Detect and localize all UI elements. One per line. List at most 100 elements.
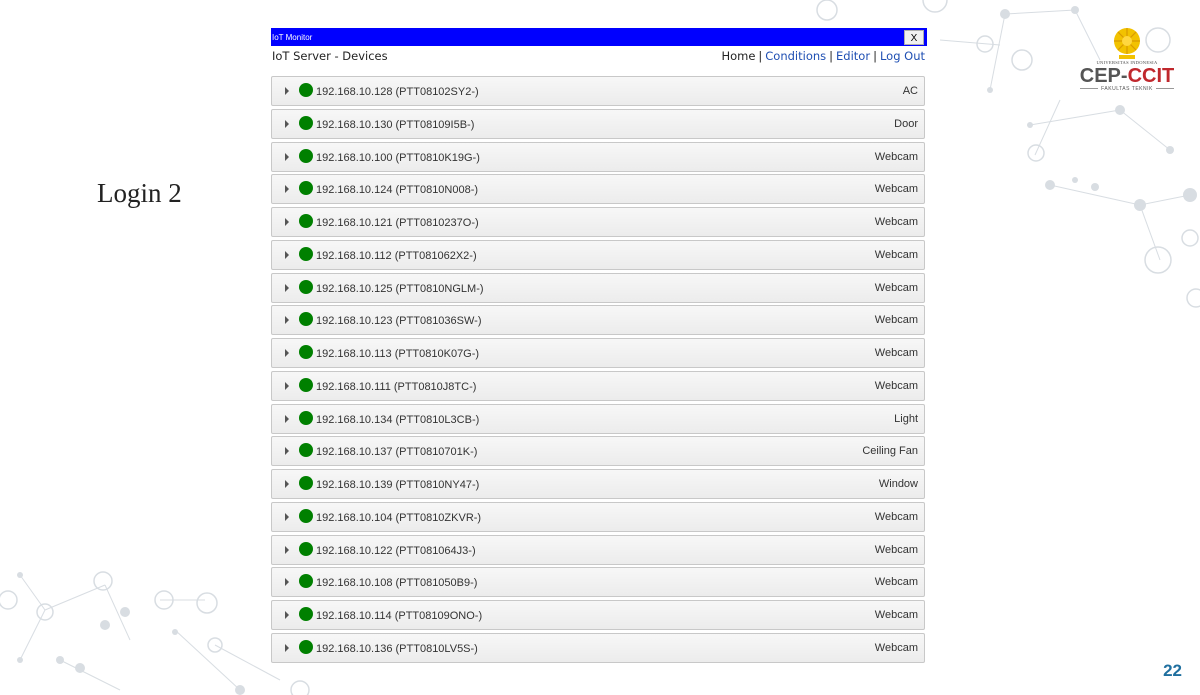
device-name: 192.168.10.123 (PTT081036SW-)	[316, 315, 482, 328]
device-row[interactable]: 192.168.10.114 (PTT08109ONO-) Webcam	[271, 600, 925, 630]
device-type: Webcam	[874, 183, 918, 196]
device-name: 192.168.10.128 (PTT08102SY2-)	[316, 86, 479, 98]
device-row[interactable]: 192.168.10.113 (PTT0810K07G-) Webcam	[271, 338, 925, 368]
expand-arrow-icon[interactable]	[285, 578, 289, 587]
status-online-icon	[299, 639, 313, 654]
status-online-icon	[299, 279, 313, 294]
device-row[interactable]: 192.168.10.128 (PTT08102SY2-) AC	[271, 76, 925, 106]
status-online-icon	[299, 246, 313, 261]
device-type: Webcam	[874, 379, 918, 392]
expand-arrow-icon[interactable]	[285, 152, 289, 161]
device-row[interactable]: 192.168.10.125 (PTT0810NGLM-) Webcam	[271, 272, 925, 303]
device-list: 192.168.10.128 (PTT08102SY2-) AC 192.168.…	[271, 76, 925, 666]
status-online-icon	[299, 508, 313, 523]
status-online-icon	[299, 115, 313, 130]
device-type: Window	[878, 478, 918, 490]
device-name: 192.168.10.108 (PTT081050B9-)	[316, 577, 478, 590]
logo-name-cep: CEP-	[1079, 65, 1128, 87]
expand-arrow-icon[interactable]	[285, 218, 289, 226]
device-row[interactable]: 192.168.10.108 (PTT081050B9-) Webcam	[271, 567, 925, 598]
expand-arrow-icon[interactable]	[285, 87, 289, 95]
expand-arrow-icon[interactable]	[285, 447, 289, 456]
device-name: 192.168.10.111 (PTT0810J8TC-)	[316, 380, 477, 393]
device-row[interactable]: 192.168.10.130 (PTT08109I5B-) Door	[271, 108, 925, 139]
nav-editor-link[interactable]: Editor	[836, 49, 870, 63]
window-titlebar[interactable]: IoT Monitor X	[271, 28, 927, 46]
device-row[interactable]: 192.168.10.136 (PTT0810LV5S-) Webcam	[271, 632, 925, 663]
status-online-icon	[299, 181, 313, 196]
expand-arrow-icon[interactable]	[285, 119, 289, 128]
nav-separator: |	[829, 49, 834, 63]
device-type: Webcam	[874, 281, 918, 294]
device-type: Webcam	[874, 641, 918, 654]
device-type: Door	[894, 117, 918, 130]
device-row[interactable]: 192.168.10.134 (PTT0810L3CB-) Light	[271, 403, 925, 434]
device-name: 192.168.10.139 (PTT0810NY47-)	[316, 479, 480, 491]
page-number: 22	[1163, 661, 1182, 680]
expand-arrow-icon[interactable]	[285, 250, 289, 259]
device-name: 192.168.10.134 (PTT0810L3CB-)	[316, 413, 480, 426]
expand-arrow-icon[interactable]	[285, 545, 289, 554]
nav-separator: |	[758, 49, 763, 63]
device-type: Webcam	[874, 576, 918, 589]
cep-ccit-logo: UNIVERSITAS INDONESIA CEP-CCIT FAKULTAS …	[1068, 26, 1186, 116]
expand-arrow-icon[interactable]	[285, 480, 289, 488]
device-name: 192.168.10.122 (PTT081064J3-)	[316, 544, 476, 557]
device-name: 192.168.10.137 (PTT0810701K-)	[316, 446, 478, 459]
window-title: IoT Monitor	[272, 33, 313, 42]
device-type: Webcam	[874, 543, 918, 556]
device-row[interactable]: 192.168.10.122 (PTT081064J3-) Webcam	[271, 534, 925, 565]
device-row[interactable]: 192.168.10.104 (PTT0810ZKVR-) Webcam	[271, 501, 925, 532]
device-row[interactable]: 192.168.10.124 (PTT0810N008-) Webcam	[271, 174, 925, 205]
device-type: Webcam	[874, 248, 918, 261]
device-name: 192.168.10.113 (PTT0810K07G-)	[316, 348, 480, 360]
device-row[interactable]: 192.168.10.121 (PTT0810237O-) Webcam	[271, 207, 925, 237]
iot-monitor-window: IoT Monitor X IoT Server - Devices Home |…	[271, 28, 927, 668]
device-name: 192.168.10.136 (PTT0810LV5S-)	[316, 642, 478, 655]
expand-arrow-icon[interactable]	[285, 185, 289, 194]
status-online-icon	[299, 443, 313, 458]
status-online-icon	[299, 541, 313, 556]
expand-arrow-icon[interactable]	[285, 381, 289, 390]
expand-arrow-icon[interactable]	[285, 349, 289, 357]
logo-subtitle: FAKULTAS TEKNIK	[1068, 86, 1186, 92]
logo-name-ccit: CCIT	[1127, 65, 1175, 87]
nav-logout-link[interactable]: Log Out	[880, 49, 925, 63]
device-type: Webcam	[874, 347, 918, 359]
nav-conditions-link[interactable]: Conditions	[765, 49, 826, 63]
device-name: 192.168.10.100 (PTT0810K19G-)	[316, 151, 480, 164]
device-name: 192.168.10.104 (PTT0810ZKVR-)	[316, 511, 482, 524]
slide-title: Login 2	[97, 178, 182, 208]
device-row[interactable]: 192.168.10.137 (PTT0810701K-) Ceiling Fan	[271, 436, 925, 467]
expand-arrow-icon[interactable]	[285, 283, 289, 292]
device-name: 192.168.10.125 (PTT0810NGLM-)	[316, 282, 484, 295]
page-header: IoT Server - Devices Home | Conditions | Edi…	[271, 46, 927, 67]
status-online-icon	[299, 83, 313, 97]
device-row[interactable]: 192.168.10.139 (PTT0810NY47-) Window	[271, 469, 925, 499]
expand-arrow-icon[interactable]	[285, 611, 289, 619]
top-nav: Home | Conditions | Editor | Log Out	[721, 49, 925, 63]
device-type: Light	[894, 412, 918, 425]
expand-arrow-icon[interactable]	[285, 643, 289, 652]
device-name: 192.168.10.114 (PTT08109ONO-)	[316, 610, 483, 622]
device-row[interactable]: 192.168.10.100 (PTT0810K19G-) Webcam	[271, 141, 925, 172]
nav-home-link[interactable]: Home	[721, 49, 755, 63]
status-online-icon	[299, 574, 313, 589]
device-type: AC	[902, 85, 918, 97]
device-row[interactable]: 192.168.10.112 (PTT081062X2-) Webcam	[271, 239, 925, 270]
device-row[interactable]: 192.168.10.111 (PTT0810J8TC-) Webcam	[271, 370, 925, 401]
expand-arrow-icon[interactable]	[285, 316, 289, 325]
device-type: Webcam	[874, 216, 918, 228]
status-online-icon	[299, 345, 313, 359]
status-online-icon	[299, 410, 313, 425]
device-row[interactable]: 192.168.10.123 (PTT081036SW-) Webcam	[271, 305, 925, 336]
device-type: Webcam	[874, 609, 918, 621]
expand-arrow-icon[interactable]	[285, 414, 289, 423]
device-type: Webcam	[874, 510, 918, 523]
close-button[interactable]: X	[904, 30, 924, 45]
page-title: IoT Server - Devices	[272, 49, 388, 63]
device-name: 192.168.10.112 (PTT081062X2-)	[316, 249, 477, 262]
device-name: 192.168.10.121 (PTT0810237O-)	[316, 217, 479, 229]
device-name: 192.168.10.124 (PTT0810N008-)	[316, 184, 479, 197]
expand-arrow-icon[interactable]	[285, 512, 289, 521]
